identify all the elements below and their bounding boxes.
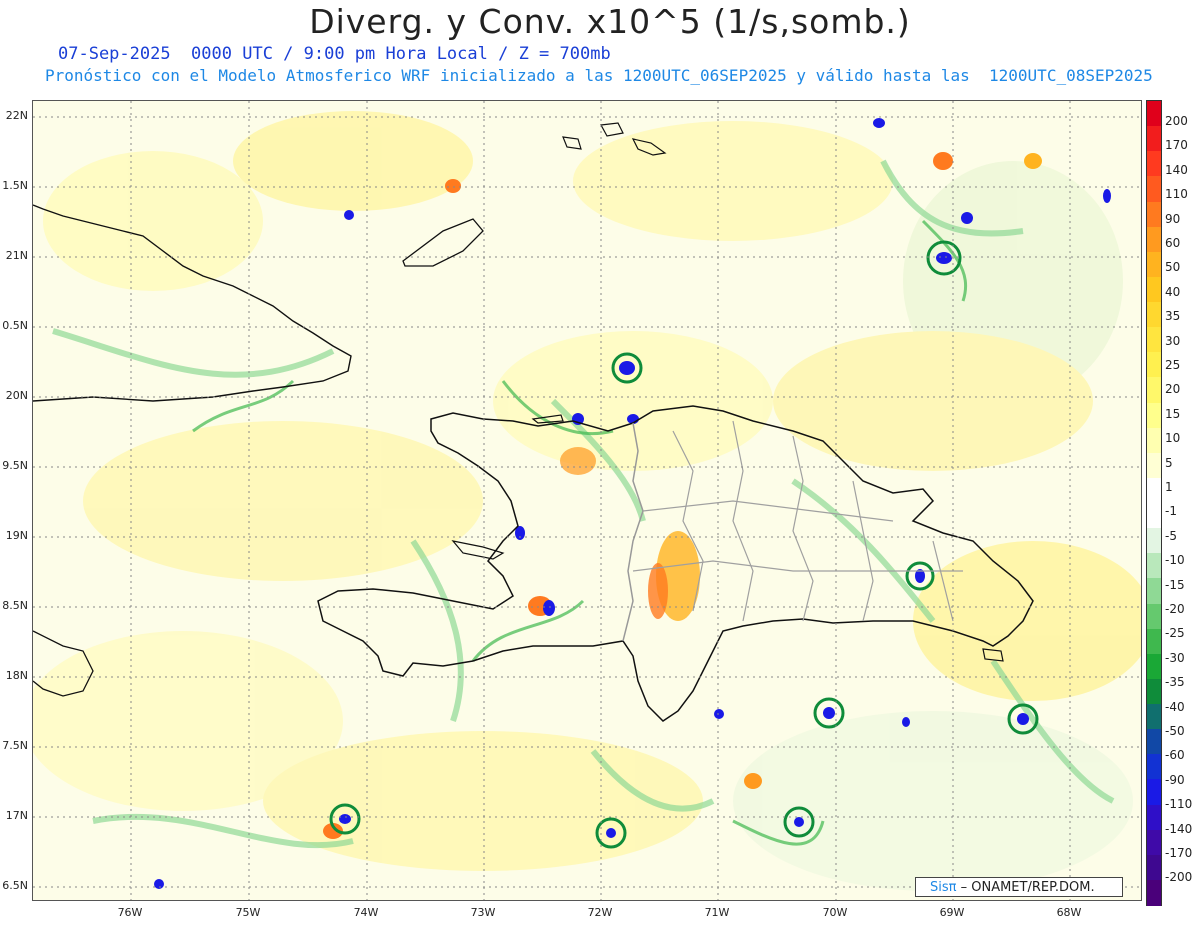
colorbar-label: 170 <box>1165 138 1188 153</box>
colorbar-segment <box>1147 754 1161 780</box>
lat-label: 21N <box>5 249 28 262</box>
lat-label: 22N <box>5 109 28 122</box>
colorbar-segment <box>1147 704 1161 730</box>
colorbar-segment <box>1147 578 1161 604</box>
colorbar-label: -140 <box>1165 821 1193 836</box>
lon-label: 75W <box>235 906 261 919</box>
credit-text: – ONAMET/REP.DOM. <box>960 880 1095 895</box>
colorbar-segment <box>1147 729 1161 755</box>
colorbar-label: 15 <box>1165 406 1181 421</box>
lon-label: 73W <box>470 906 496 919</box>
colorbar-label: 30 <box>1165 333 1181 348</box>
colorbar-label: -50 <box>1165 724 1185 738</box>
lon-label: 68W <box>1056 906 1082 919</box>
credit-box: Sisπ – ONAMET/REP.DOM. <box>915 877 1123 897</box>
colorbar-label: 20 <box>1165 382 1181 397</box>
colorbar-label: -200 <box>1165 870 1193 885</box>
colorbar-label: -25 <box>1165 626 1185 641</box>
colorbar-label: -20 <box>1165 602 1185 616</box>
colorbar-segment <box>1147 452 1161 479</box>
colorbar-segment <box>1147 377 1161 403</box>
colorbar-label: 25 <box>1165 358 1181 372</box>
colorbar-label: 60 <box>1165 236 1181 250</box>
colorbar-segment <box>1147 804 1161 831</box>
colorbar-segment <box>1147 879 1161 906</box>
colorbar-label: -170 <box>1165 846 1193 860</box>
colorbar-segment <box>1147 528 1161 554</box>
colorbar-segment <box>1147 201 1161 228</box>
lat-label: 6.5N <box>2 879 28 892</box>
colorbar-segment <box>1147 151 1161 177</box>
colorbar-label: 140 <box>1165 162 1188 177</box>
colorbar-label: -30 <box>1165 650 1185 665</box>
colorbar-segment <box>1147 603 1161 630</box>
colorbar-label: -60 <box>1165 748 1185 763</box>
colorbar-label: 50 <box>1165 260 1181 275</box>
lon-label: 69W <box>939 906 965 919</box>
colorbar-label: 40 <box>1165 284 1181 299</box>
colorbar-label: -15 <box>1165 577 1185 592</box>
colorbar-label: 90 <box>1165 211 1181 226</box>
lat-label: 1.5N <box>2 179 28 192</box>
subtitle-time: 07-Sep-2025 0000 UTC / 9:00 pm Hora Loca… <box>58 44 611 64</box>
colorbar-label: -10 <box>1165 553 1185 568</box>
colorbar-label: 1 <box>1165 480 1173 494</box>
lon-label: 74W <box>353 906 379 919</box>
colorbar-segment <box>1147 678 1161 705</box>
colorbar-segment <box>1147 302 1161 328</box>
colorbar-segment <box>1147 276 1161 303</box>
colorbar-label: 200 <box>1165 114 1188 128</box>
colorbar-segment <box>1147 779 1161 805</box>
lon-label: 76W <box>117 906 143 919</box>
colorbar-label: -5 <box>1165 528 1177 543</box>
colorbar-segment <box>1147 352 1161 378</box>
lon-label: 70W <box>822 906 848 919</box>
lat-label: 0.5N <box>2 319 28 332</box>
colorbar-label: -1 <box>1165 504 1177 519</box>
lat-label: 20N <box>5 389 28 402</box>
lat-label: 7.5N <box>2 739 28 752</box>
colorbar-segment <box>1147 503 1161 529</box>
map-panel <box>32 100 1142 901</box>
lat-label: 18N <box>5 669 28 682</box>
lat-label: 9.5N <box>2 459 28 472</box>
colorbar-label: -40 <box>1165 699 1185 714</box>
colorbar-segment <box>1147 553 1161 579</box>
colorbar-segment <box>1147 653 1161 680</box>
colorbar <box>1146 100 1162 906</box>
map-canvas <box>33 101 1141 900</box>
colorbar-segment <box>1147 327 1161 353</box>
colorbar-label: -90 <box>1165 772 1185 787</box>
colorbar-label: -35 <box>1165 675 1185 690</box>
colorbar-segment <box>1147 176 1161 202</box>
colorbar-segment <box>1147 251 1161 278</box>
colorbar-segment <box>1147 126 1161 152</box>
lon-label: 71W <box>704 906 730 919</box>
lon-label: 72W <box>587 906 613 919</box>
lat-label: 8.5N <box>2 599 28 612</box>
credit-brand: Sisπ <box>930 880 957 895</box>
lat-label: 17N <box>5 809 28 822</box>
colorbar-label: 35 <box>1165 309 1181 324</box>
colorbar-segment <box>1147 427 1161 454</box>
colorbar-segment <box>1147 477 1161 504</box>
subtitle-model: Pronóstico con el Modelo Atmosferico WRF… <box>45 66 1153 85</box>
lat-label: 19N <box>5 529 28 542</box>
colorbar-segment <box>1147 829 1161 856</box>
colorbar-segment <box>1147 628 1161 655</box>
colorbar-segment <box>1147 226 1161 253</box>
colorbar-segment <box>1147 402 1161 429</box>
colorbar-segment <box>1147 101 1161 127</box>
colorbar-segment <box>1147 854 1161 881</box>
colorbar-label: -110 <box>1165 797 1193 812</box>
colorbar-label: 5 <box>1165 455 1173 470</box>
chart-title: Diverg. y Conv. x10^5 (1/s,somb.) <box>309 2 911 41</box>
colorbar-label: 110 <box>1165 187 1188 202</box>
colorbar-label: 10 <box>1165 431 1181 446</box>
